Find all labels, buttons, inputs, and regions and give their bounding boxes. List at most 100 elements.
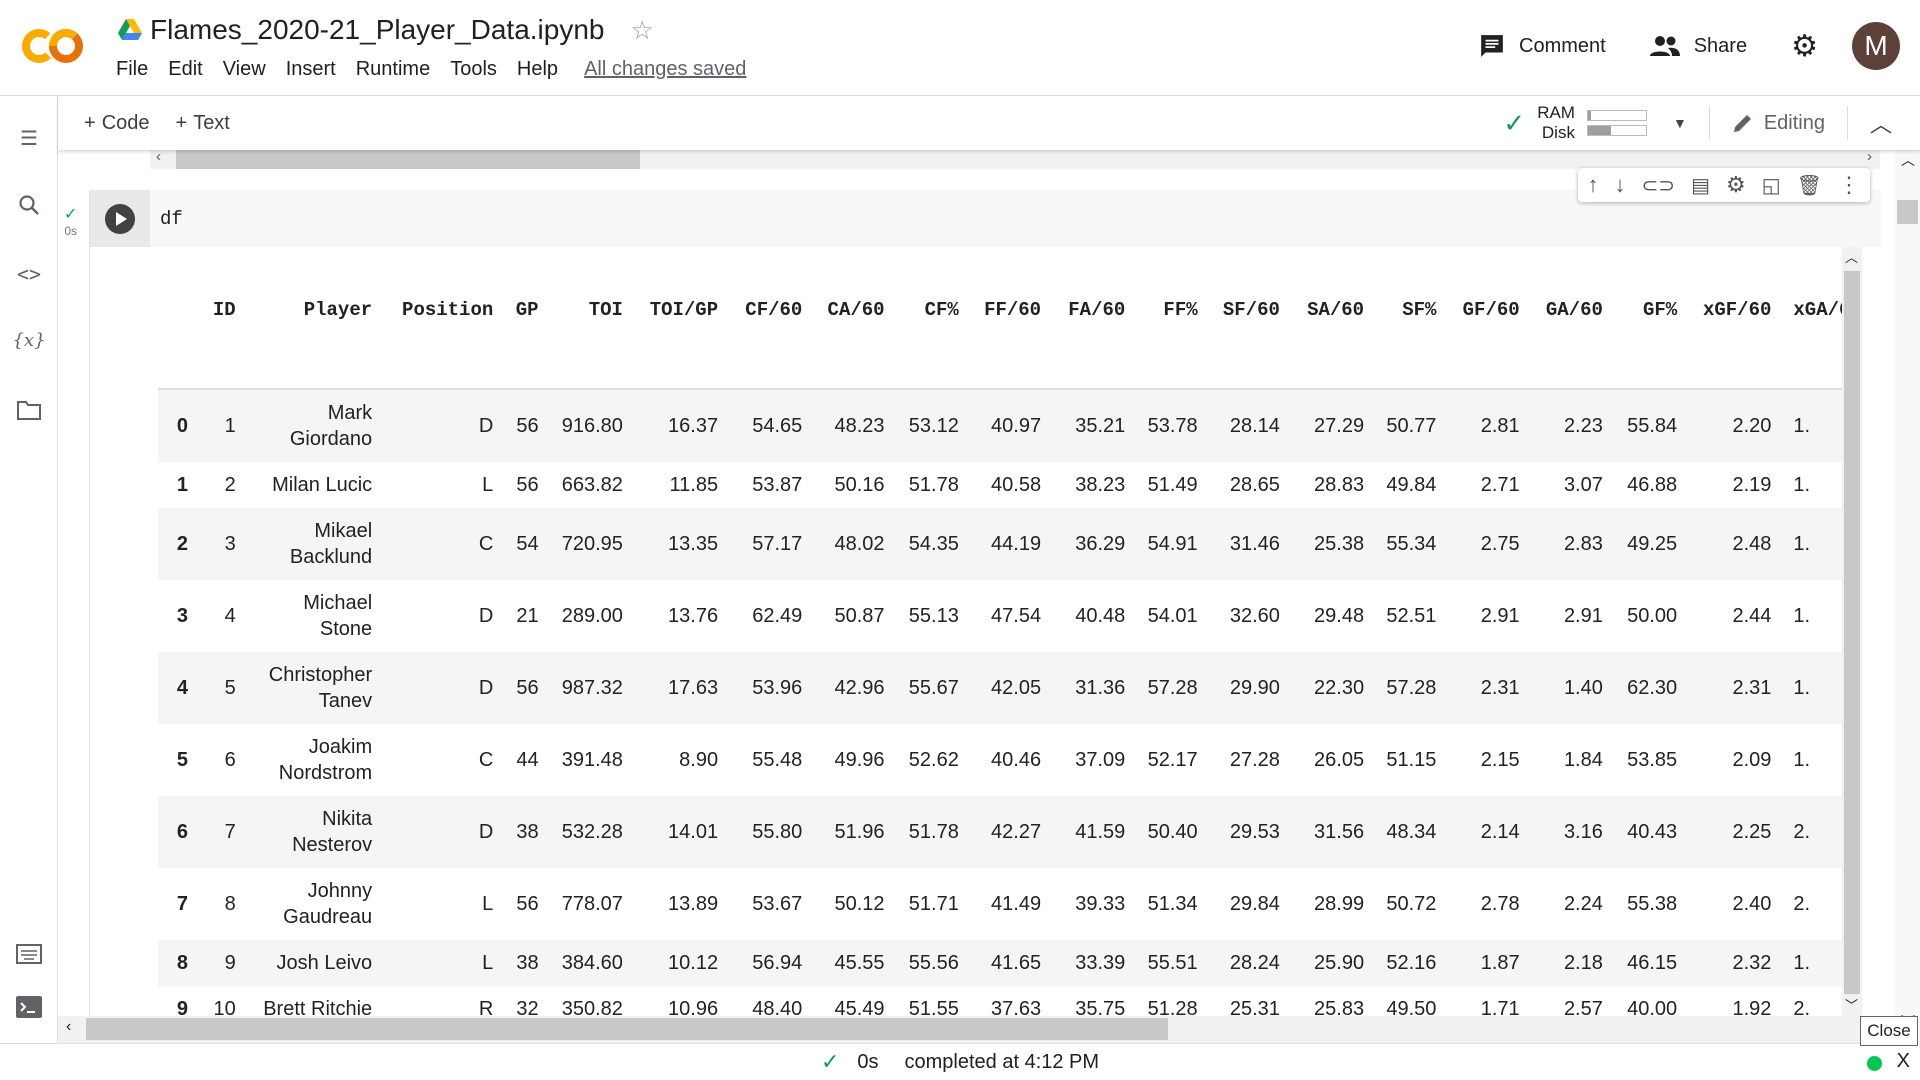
- collapse-header-icon[interactable]: ︿: [1870, 107, 1892, 139]
- table-cell: 55.34: [1364, 508, 1437, 580]
- menu-runtime[interactable]: Runtime: [346, 58, 440, 81]
- google-drive-icon[interactable]: [118, 19, 142, 41]
- table-cell: 987.32: [538, 652, 623, 724]
- table-cell: 1.71: [1480, 998, 1520, 1016]
- table-cell: 28.65: [1229, 474, 1280, 496]
- cell-top-scrollbar[interactable]: ‹ ›: [150, 148, 1880, 169]
- table-cell: 6: [224, 749, 236, 771]
- table-cell: 28.99: [1314, 893, 1365, 915]
- link-icon[interactable]: ⊂⊃: [1642, 173, 1676, 198]
- table-cell: 49.50: [1386, 998, 1437, 1016]
- table-cell: 5: [206, 652, 236, 724]
- column-header: GP: [493, 287, 539, 390]
- table-cell: 57.28: [1125, 652, 1198, 724]
- comment-label: Comment: [1519, 34, 1606, 57]
- add-code-button[interactable]: + Code: [84, 112, 150, 135]
- avatar[interactable]: M: [1852, 22, 1900, 70]
- ram-label: RAM: [1537, 103, 1575, 122]
- column-header: CF%: [884, 287, 959, 390]
- close-status-button[interactable]: X: [1897, 1050, 1910, 1073]
- table-cell: 48.40: [752, 998, 803, 1016]
- player-name: Joakim Nordstrom: [278, 736, 373, 784]
- table-row: 8 9 Josh Leivo L 38 384.60 10.12 56.94 45.55 55.5…: [158, 940, 1862, 986]
- move-up-icon[interactable]: ↑: [1588, 172, 1599, 198]
- comment-icon: [1481, 35, 1503, 57]
- table-cell: 8: [224, 893, 236, 915]
- dropdown-arrow-icon[interactable]: ▼: [1673, 113, 1687, 133]
- table-cell: 49.25: [1602, 508, 1678, 580]
- output-vertical-scrollbar[interactable]: ︿ ﹀: [1842, 247, 1862, 1016]
- table-of-contents-icon[interactable]: ☰: [16, 126, 42, 152]
- menu-tools[interactable]: Tools: [440, 58, 507, 81]
- cell-settings-icon[interactable]: ⚙: [1726, 172, 1746, 198]
- share-button[interactable]: Share: [1649, 35, 1747, 58]
- editing-mode-button[interactable]: Editing: [1732, 112, 1825, 135]
- add-text-button[interactable]: + Text: [176, 112, 230, 135]
- comment-cell-icon[interactable]: ▤: [1691, 173, 1710, 198]
- column-header: FA/60: [1041, 287, 1126, 390]
- table-cell: 53.78: [1125, 389, 1198, 462]
- table-cell: 55.80: [718, 796, 803, 868]
- notebook-scrollbar[interactable]: ︿ ﹀: [1895, 150, 1920, 1042]
- column-header: CF/60: [718, 287, 803, 390]
- output-horizontal-scrollbar[interactable]: ‹: [58, 1016, 1861, 1043]
- table-cell: 2.40: [1732, 893, 1772, 915]
- table-cell: 21: [516, 605, 539, 627]
- table-cell: 2.48: [1677, 508, 1772, 580]
- table-cell: 40.58: [991, 474, 1042, 496]
- more-options-icon[interactable]: ⋮: [1838, 172, 1860, 198]
- menu-file[interactable]: File: [106, 58, 158, 81]
- table-cell: D: [372, 389, 494, 462]
- table-row: 4 5 Christopher Tanev D 56 987.32 17.63 53.96 42…: [158, 652, 1862, 724]
- table-cell: 13.89: [668, 893, 719, 915]
- code-editor[interactable]: df: [160, 208, 183, 230]
- table-cell: 26.05: [1314, 749, 1365, 771]
- save-status-link[interactable]: All changes saved: [574, 58, 756, 81]
- folder-icon[interactable]: [16, 400, 42, 426]
- colab-logo[interactable]: [22, 26, 84, 66]
- table-cell: 56: [516, 474, 539, 496]
- status-check-icon: ✓: [820, 1049, 840, 1074]
- table-cell: 1.87: [1436, 940, 1520, 986]
- table-cell: 54.01: [1147, 605, 1198, 627]
- table-cell: 3.16: [1519, 796, 1603, 868]
- table-cell: 11.85: [669, 474, 719, 496]
- move-down-icon[interactable]: ↓: [1615, 172, 1626, 198]
- comment-button[interactable]: Comment: [1479, 33, 1606, 59]
- table-cell: 50.72: [1386, 893, 1437, 915]
- column-header: SF/60: [1197, 287, 1280, 390]
- search-icon[interactable]: [16, 194, 42, 220]
- resources-indicator[interactable]: ✓ RAM Disk ▼: [1503, 103, 1686, 143]
- table-cell: 41.49: [991, 893, 1042, 915]
- run-cell-button[interactable]: [90, 190, 150, 247]
- code-snippets-icon[interactable]: <>: [16, 262, 42, 288]
- table-cell: R: [478, 998, 494, 1016]
- table-cell: 27.28: [1229, 749, 1280, 771]
- menu-edit[interactable]: Edit: [158, 58, 212, 81]
- column-header: GF/60: [1436, 287, 1520, 390]
- menu-help[interactable]: Help: [507, 58, 568, 81]
- table-cell: 289.00: [561, 605, 623, 627]
- table-cell: 916.80: [538, 389, 623, 462]
- table-cell: L: [482, 893, 494, 915]
- delete-icon[interactable]: 🗑: [1797, 173, 1822, 198]
- table-cell: 2.19: [1732, 474, 1772, 496]
- star-icon[interactable]: ☆: [631, 15, 654, 46]
- table-cell: 3: [206, 508, 236, 580]
- mirror-cell-icon[interactable]: ◱: [1762, 173, 1781, 198]
- player-name: Mikael Backlund: [235, 508, 373, 580]
- variables-icon[interactable]: {x}: [12, 330, 46, 356]
- command-palette-icon[interactable]: [16, 944, 42, 970]
- menu-insert[interactable]: Insert: [276, 58, 346, 81]
- column-header: CA/60: [802, 287, 885, 390]
- menu-view[interactable]: View: [213, 58, 276, 81]
- table-cell: 41.65: [958, 940, 1042, 986]
- notebook-title[interactable]: Flames_2020-21_Player_Data.ipynb: [150, 14, 605, 46]
- table-row: 5 6 Joakim Nordstrom C 44 391.48 8.90 55.48 49.9…: [158, 724, 1862, 796]
- settings-icon[interactable]: ⚙: [1791, 29, 1818, 64]
- table-cell: 51.15: [1386, 749, 1437, 771]
- table-cell: 2.25: [1677, 796, 1772, 868]
- code-cell: df ↑ ↓ ⊂⊃ ▤ ⚙ ◱ 🗑 ⋮ ID Player Position GP TO…: [89, 168, 1881, 1016]
- terminal-icon[interactable]: [16, 996, 42, 1022]
- table-cell: 50.16: [834, 474, 885, 496]
